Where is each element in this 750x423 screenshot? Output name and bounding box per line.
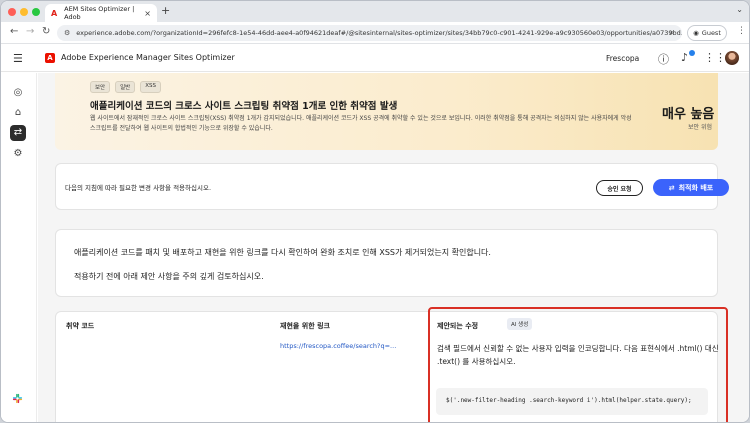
deploy-optimization-button[interactable]: ⇄ 최적화 배포 xyxy=(653,179,729,196)
apps-grid-icon[interactable]: ⋮⋮ xyxy=(704,51,726,64)
site-info-icon[interactable]: ⚙ xyxy=(64,29,70,37)
column-header-repro-link: 재현을 위한 링크 xyxy=(280,322,330,330)
tag-general: 일반 xyxy=(115,81,136,93)
close-tab-icon[interactable]: × xyxy=(144,9,151,18)
hamburger-menu-icon[interactable]: ☰ xyxy=(13,52,23,65)
close-window-button[interactable] xyxy=(8,8,16,16)
user-avatar[interactable] xyxy=(725,51,739,65)
tab-title: AEM Sites Optimizer | Adob xyxy=(64,5,135,21)
action-instructions: 다음의 지침에 따라 필요한 변경 사항을 적용하십시오. xyxy=(65,184,212,192)
deploy-icon: ⇄ xyxy=(668,183,675,192)
profile-icon: ◉ xyxy=(693,29,699,37)
zoom-icon[interactable]: ⌕ xyxy=(670,28,674,38)
severity-level: 매우 높음 xyxy=(662,107,715,122)
org-switcher[interactable]: Frescopa xyxy=(606,54,639,63)
help-icon[interactable]: ⓘ xyxy=(658,51,669,67)
address-bar-row: ← → ↻ ⚙ experience.adobe.com/?organizati… xyxy=(1,22,749,44)
tab-bar: A AEM Sites Optimizer | Adob × + ⌄ xyxy=(1,1,749,22)
deploy-label: 최적화 배포 xyxy=(678,183,714,192)
adobe-favicon-icon: A xyxy=(51,8,58,18)
url-text: experience.adobe.com/?organizationId=296… xyxy=(76,29,682,37)
tag-xss: XSS xyxy=(140,81,162,93)
globe-icon[interactable]: ◎ xyxy=(10,85,26,101)
severity-label: 보안 위험 xyxy=(688,124,712,131)
info-card: 애플리케이션 코드를 패치 및 배포하고 재현을 위한 링크를 다시 확인하여 … xyxy=(55,229,718,297)
forward-button[interactable]: → xyxy=(26,26,34,37)
opportunity-description: 웹 사이트에서 잠재적인 크로스 사이트 스크립팅(XSS) 취약점 1개가 감… xyxy=(90,115,632,132)
info-line-1: 애플리케이션 코드를 패치 및 배포하고 재현을 위한 링크를 다시 확인하여 … xyxy=(74,248,491,257)
column-header-vulnerable-code: 취약 코드 xyxy=(66,322,95,330)
request-approval-button[interactable]: 승인 요청 xyxy=(596,180,643,196)
browser-window: A AEM Sites Optimizer | Adob × + ⌄ ← → ↻… xyxy=(0,0,750,423)
slack-icon[interactable] xyxy=(12,393,23,407)
url-field[interactable]: ⚙ experience.adobe.com/?organizationId=2… xyxy=(57,25,682,41)
notifications-bell-icon[interactable]: ♪ xyxy=(681,51,688,64)
action-card: 다음의 지침에 따라 필요한 변경 사항을 적용하십시오. 승인 요청 ⇄ 최적… xyxy=(55,163,729,210)
app-title: Adobe Experience Manager Sites Optimizer xyxy=(61,53,235,62)
opportunities-icon[interactable]: ⇄ xyxy=(10,125,26,141)
tab-search-chevron-icon[interactable]: ⌄ xyxy=(736,5,743,14)
opportunity-title: 애플리케이션 코드의 크로스 사이트 스크립팅 취약점 1개로 인한 취약점 발… xyxy=(90,101,398,112)
adobe-logo-icon: A xyxy=(45,53,55,63)
browser-menu-icon[interactable]: ⋮ xyxy=(737,26,746,36)
tag-security: 보안 xyxy=(90,81,111,93)
profile-button[interactable]: ◉ Guest xyxy=(687,25,727,41)
left-rail: ◎ ⌂ ⇄ ⚙ xyxy=(1,73,37,422)
highlight-box xyxy=(428,307,728,422)
tag-list: 보안 일반 XSS xyxy=(90,81,162,93)
maximize-window-button[interactable] xyxy=(32,8,40,16)
info-line-2: 적용하기 전에 아래 제안 사항을 주의 깊게 검토하십시오. xyxy=(74,272,264,281)
settings-gear-icon[interactable]: ⚙ xyxy=(10,146,26,162)
new-tab-button[interactable]: + xyxy=(161,4,170,17)
notification-dot xyxy=(689,50,695,56)
home-icon[interactable]: ⌂ xyxy=(10,105,26,121)
repro-link[interactable]: https://frescopa.coffee/search?q=... xyxy=(280,342,396,350)
app-header: ☰ A Adobe Experience Manager Sites Optim… xyxy=(1,45,749,72)
profile-label: Guest xyxy=(701,29,721,37)
main-content: 보안 일반 XSS 애플리케이션 코드의 크로스 사이트 스크립팅 취약점 1개… xyxy=(38,73,749,422)
opportunity-banner: 보안 일반 XSS 애플리케이션 코드의 크로스 사이트 스크립팅 취약점 1개… xyxy=(55,73,718,150)
browser-tab[interactable]: A AEM Sites Optimizer | Adob × xyxy=(45,4,157,22)
reload-button[interactable]: ↻ xyxy=(42,26,50,37)
minimize-window-button[interactable] xyxy=(20,8,28,16)
back-button[interactable]: ← xyxy=(10,26,18,37)
